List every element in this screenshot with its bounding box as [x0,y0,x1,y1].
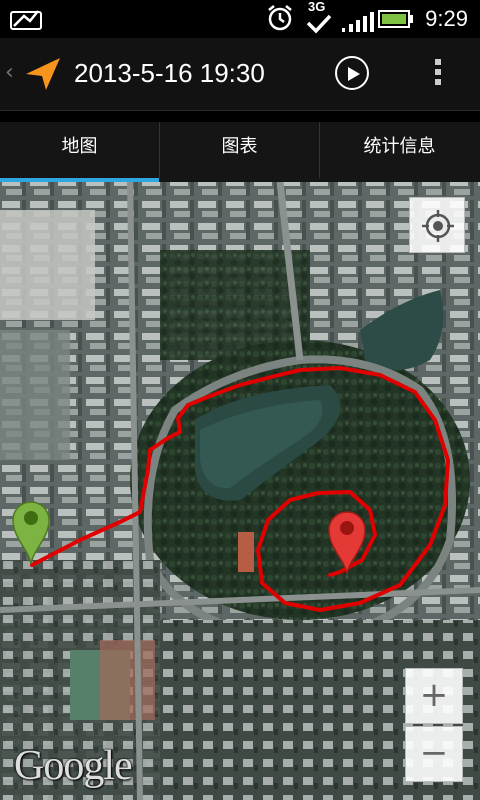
play-button[interactable] [335,56,369,90]
tab-chart[interactable]: 图表 [160,122,319,178]
battery-icon [378,10,413,28]
network-3g-icon: 3G [306,0,334,34]
action-bar: ‹ 2013-5-16 19:30 [0,38,480,111]
crosshair-icon [422,210,454,242]
google-attribution: Google [14,743,133,789]
up-chevron-icon[interactable]: ‹ [5,60,14,85]
tab-statistics[interactable]: 统计信息 [320,122,479,178]
overflow-dot-icon [435,59,441,65]
alarm-icon [268,5,292,31]
tab-bar: 地图 图表 统计信息 [0,122,480,183]
page-title: 2013-5-16 19:30 [74,58,265,88]
play-icon [348,67,360,81]
overflow-dot-icon [435,69,441,75]
zoom-in-button[interactable]: + [405,668,463,724]
overflow-menu-button[interactable] [430,56,446,92]
notification-icon [10,10,42,30]
end-marker-icon[interactable] [327,508,367,576]
tab-map[interactable]: 地图 [0,122,159,183]
network-label: 3G [308,0,326,14]
my-location-button[interactable] [409,197,465,253]
zoom-out-button[interactable]: − [405,726,463,782]
start-marker-icon[interactable] [11,498,51,566]
overflow-dot-icon [435,79,441,85]
signal-icon [342,12,374,32]
navigation-arrow-icon[interactable] [24,54,64,94]
status-time: 9:29 [425,6,468,31]
status-bar: 3G 9:29 [0,0,480,38]
